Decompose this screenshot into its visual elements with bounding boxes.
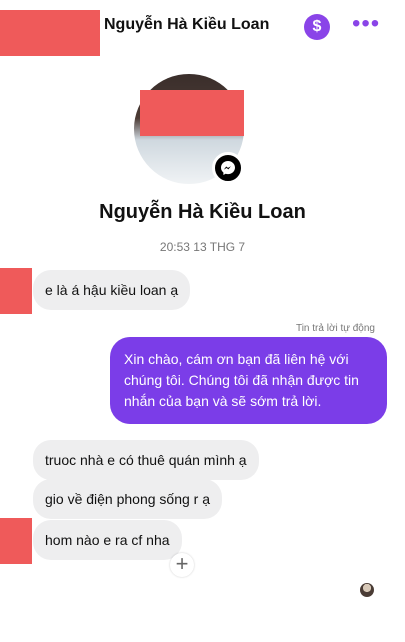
- incoming-message[interactable]: e là á hậu kiều loan ạ: [33, 270, 191, 310]
- dollar-icon[interactable]: $: [304, 14, 330, 40]
- redaction-block: [0, 268, 32, 314]
- more-icon[interactable]: •••: [352, 12, 380, 40]
- header-title[interactable]: Nguyễn Hà Kiều Loan: [104, 16, 269, 34]
- redaction-block: [140, 90, 244, 136]
- auto-reply-label: Tin trả lời tự động: [295, 323, 375, 334]
- incoming-message[interactable]: hom nào e ra cf nha: [33, 520, 182, 560]
- profile-avatar-wrap[interactable]: [134, 74, 244, 184]
- chat-header: Nguyễn Hà Kiều Loan $ •••: [0, 0, 405, 56]
- outgoing-message[interactable]: Xin chào, cám ơn bạn đã liên hệ với chún…: [110, 337, 387, 424]
- seen-avatar: [360, 583, 374, 597]
- timestamp: 20:53 13 THG 7: [159, 240, 246, 254]
- incoming-message[interactable]: truoc nhà e có thuê quán mình ạ: [33, 440, 259, 480]
- add-reaction-icon[interactable]: +: [170, 553, 194, 577]
- incoming-message[interactable]: gio về điện phong sống r ạ: [33, 479, 223, 519]
- redaction-block: [0, 10, 100, 56]
- profile-name: Nguyễn Hà Kiều Loan: [99, 201, 306, 223]
- messenger-icon: [212, 152, 244, 184]
- redaction-block: [0, 518, 32, 564]
